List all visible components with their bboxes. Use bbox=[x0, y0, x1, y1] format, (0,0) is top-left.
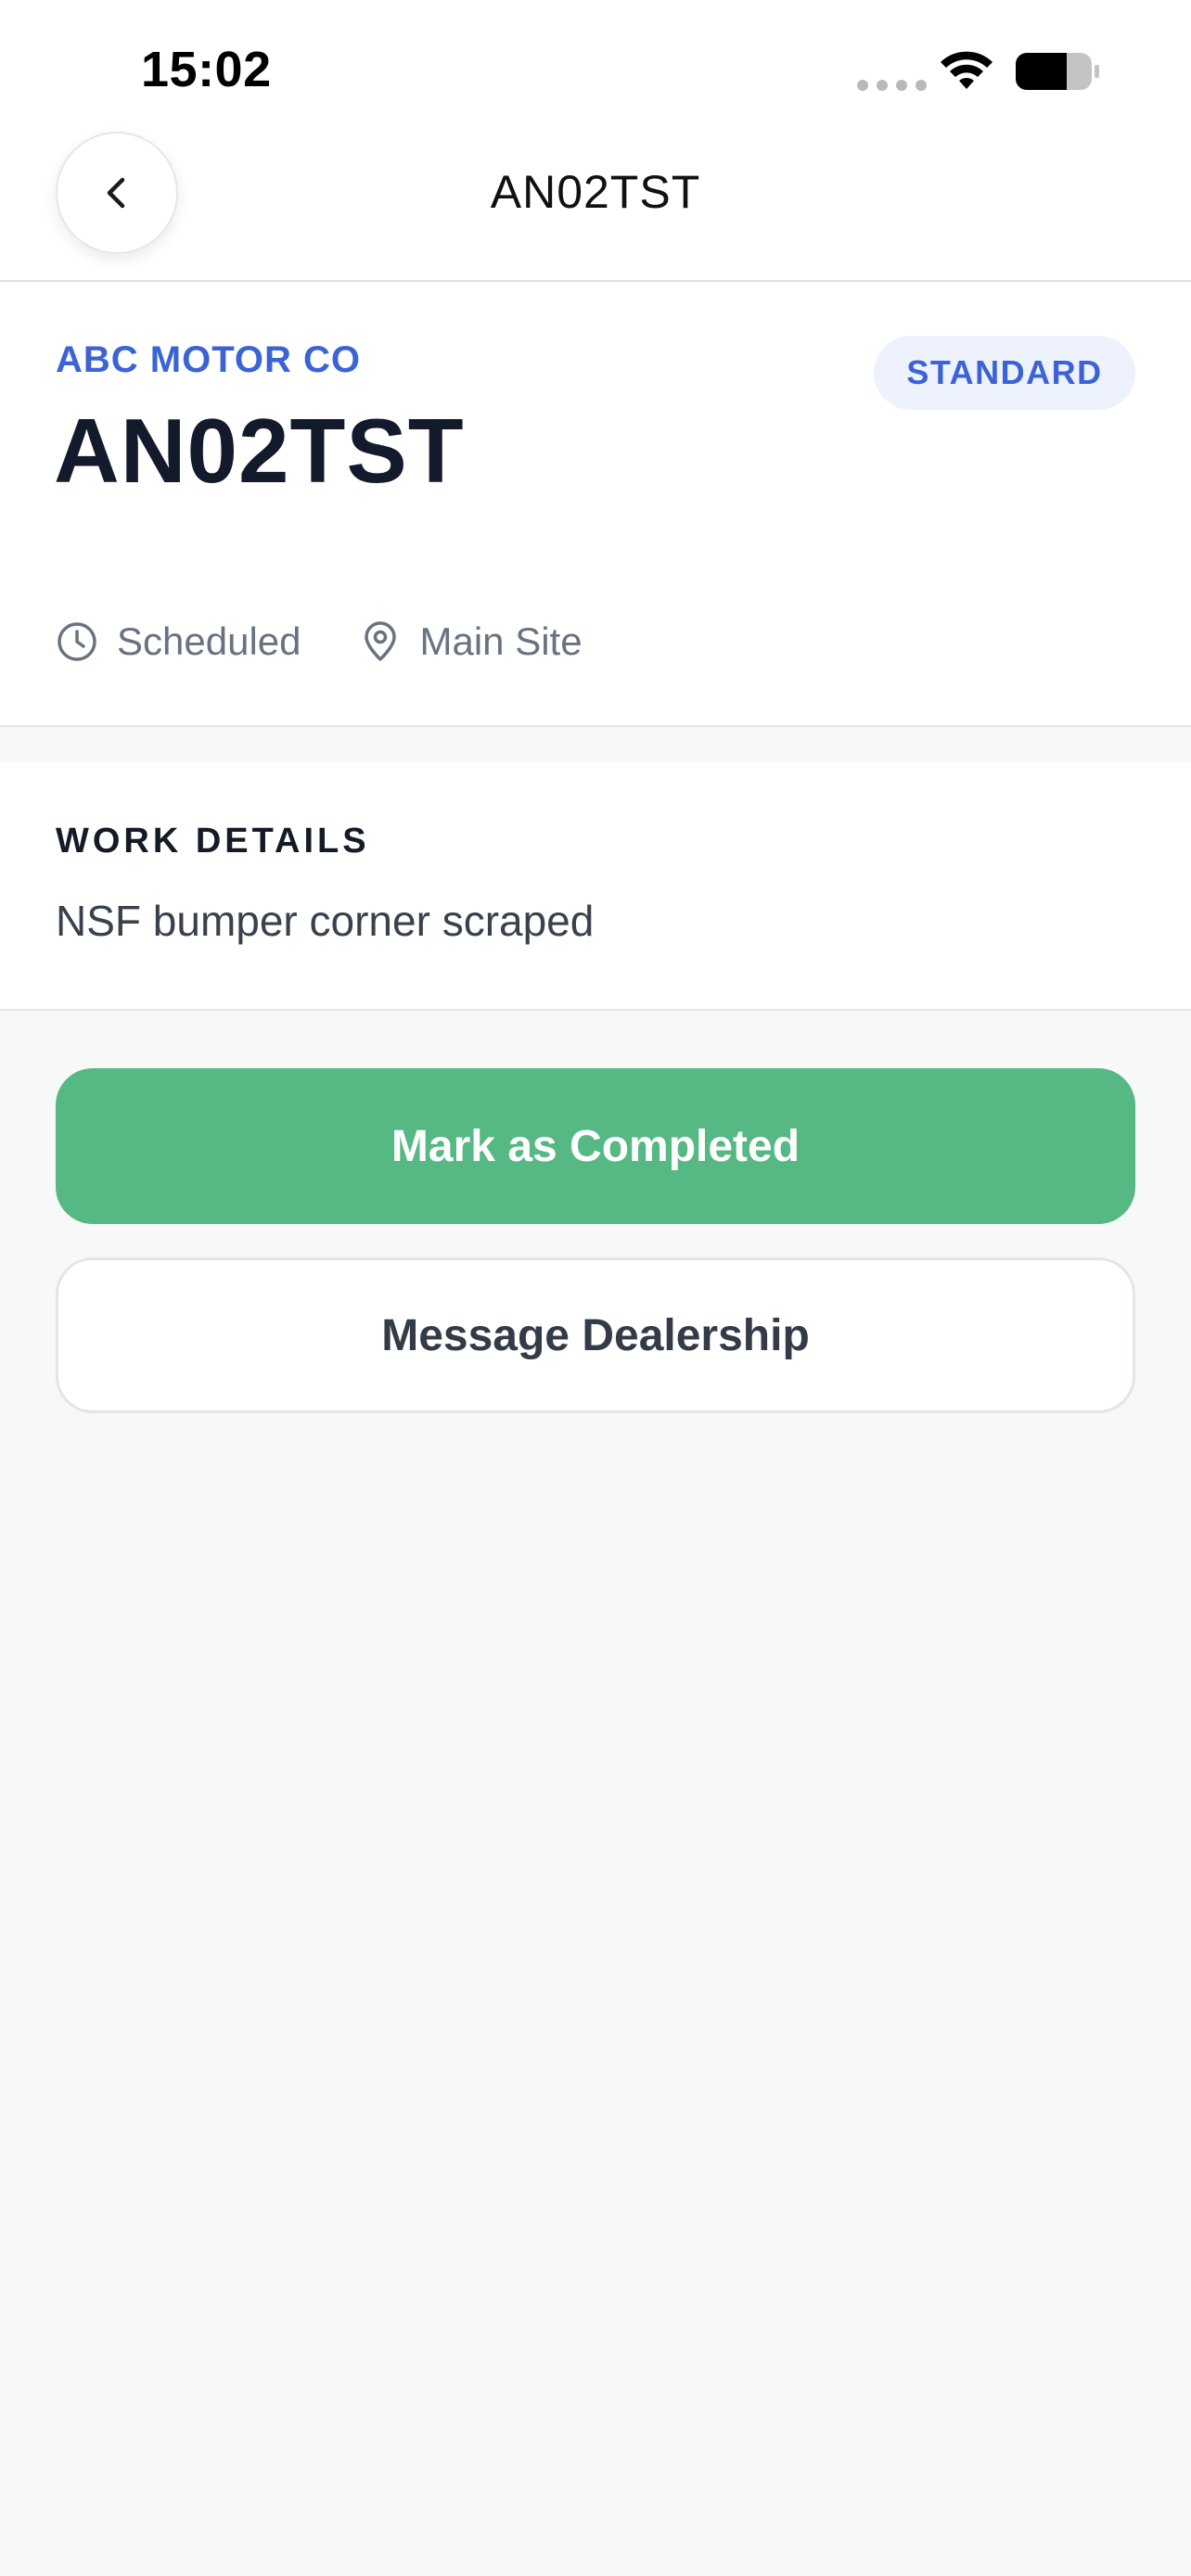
work-details-description: NSF bumper corner scraped bbox=[56, 897, 595, 945]
job-status-text: Scheduled bbox=[117, 619, 301, 663]
job-type-badge: STANDARD bbox=[874, 336, 1135, 410]
status-bar: 15:02 bbox=[0, 0, 1191, 130]
status-time: 15:02 bbox=[141, 42, 272, 97]
work-details-card: WORK DETAILS NSF bumper corner scraped bbox=[0, 762, 1191, 1011]
battery-icon bbox=[1016, 53, 1099, 90]
message-dealership-button[interactable]: Message Dealership bbox=[56, 1257, 1135, 1413]
work-details-heading: WORK DETAILS bbox=[56, 822, 370, 861]
wifi-icon bbox=[941, 51, 992, 89]
job-location: Main Site bbox=[359, 619, 583, 664]
vehicle-registration: AN02TST bbox=[54, 400, 465, 502]
job-detail-screen: 15:02 AN02TST ABC MOTOR CO AN02TST STAND… bbox=[0, 0, 1191, 2576]
navigation-bar: AN02TST bbox=[0, 130, 1191, 282]
page-title: AN02TST bbox=[490, 166, 701, 218]
mark-as-completed-button[interactable]: Mark as Completed bbox=[56, 1068, 1135, 1224]
clock-icon bbox=[58, 622, 96, 661]
job-meta-row: Scheduled Main Site bbox=[56, 619, 640, 664]
cellular-signal-icon bbox=[857, 80, 927, 91]
dealer-name: ABC MOTOR CO bbox=[56, 339, 362, 380]
map-pin-icon bbox=[364, 621, 396, 661]
vehicle-header-card: ABC MOTOR CO AN02TST STANDARD Scheduled … bbox=[0, 282, 1191, 727]
job-status: Scheduled bbox=[56, 619, 301, 664]
job-location-text: Main Site bbox=[419, 619, 583, 663]
